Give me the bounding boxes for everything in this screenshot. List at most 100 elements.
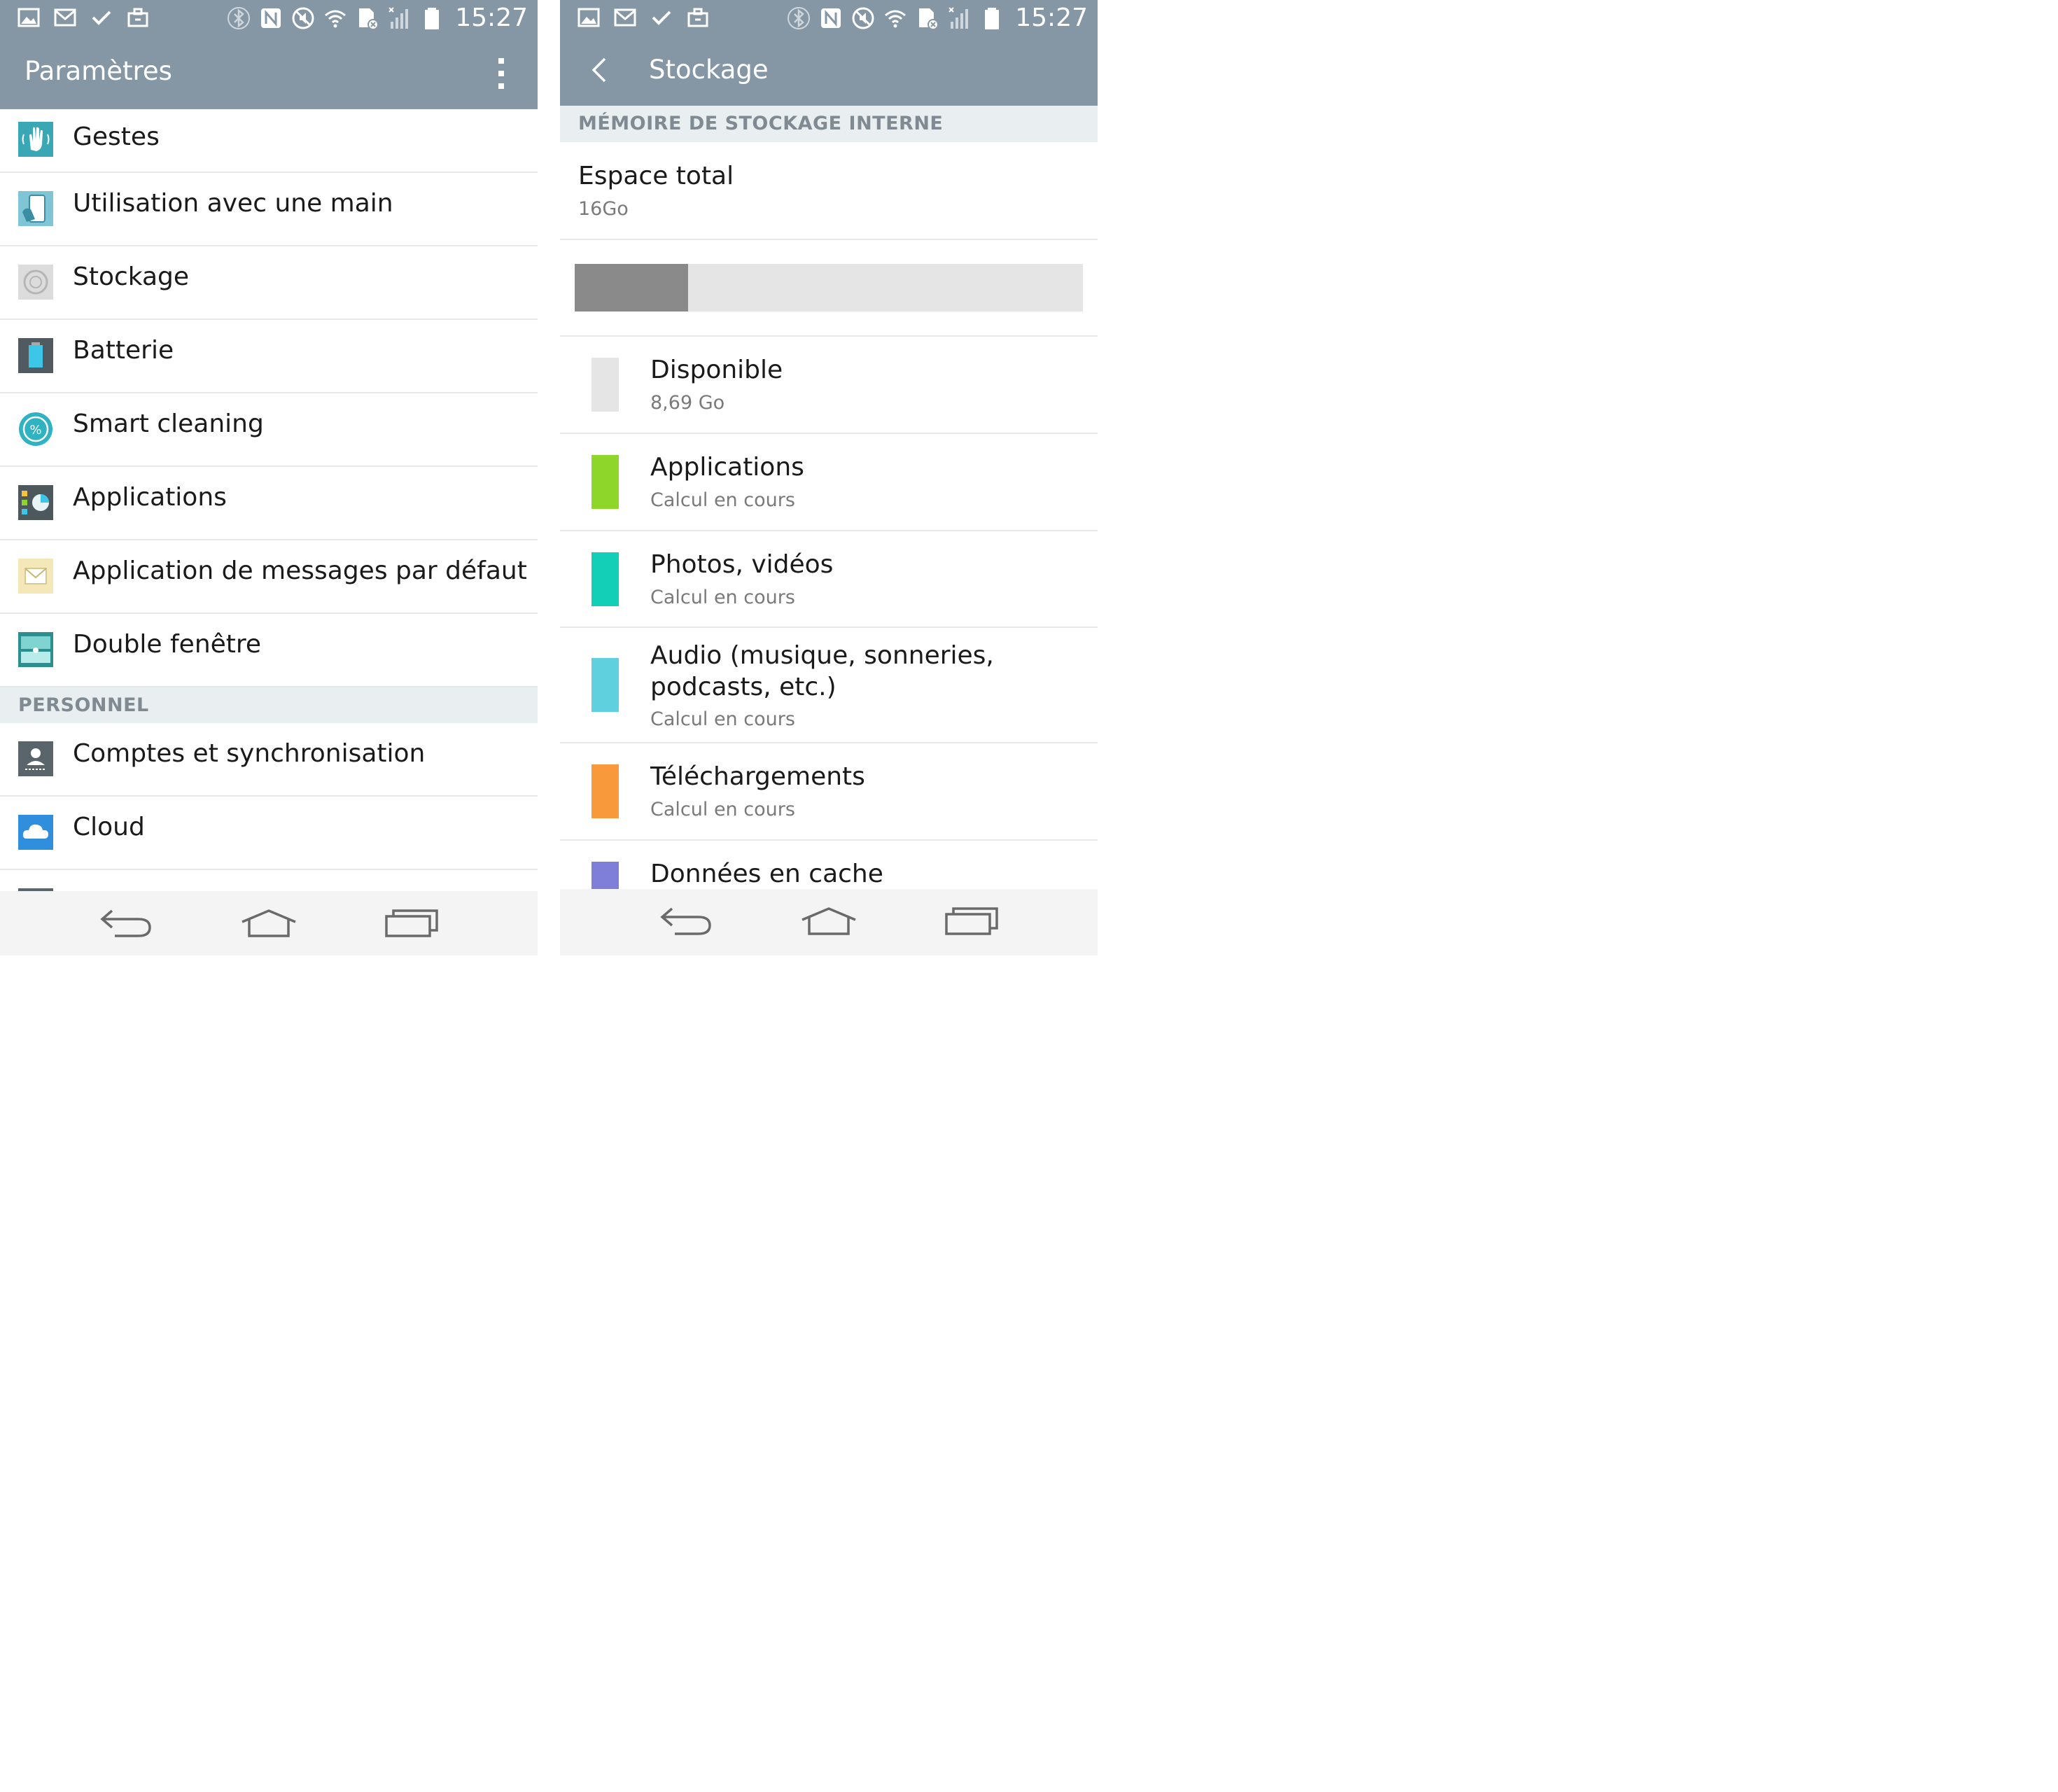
- category-name-line1: Audio (musique, sonneries,: [650, 641, 994, 670]
- category-name: Applications: [650, 453, 804, 482]
- one-hand-icon: [18, 191, 53, 226]
- total-space-label: Espace total: [578, 162, 734, 190]
- smart-cleaning-icon: %: [19, 412, 52, 446]
- settings-item-label: Batterie: [73, 336, 174, 365]
- settings-item-double-window[interactable]: Double fenêtre: [0, 614, 538, 687]
- category-value: Calcul en cours: [650, 799, 795, 820]
- category-value: 8,69 Go: [650, 392, 725, 414]
- storage-category-cache[interactable]: Données en cache: [560, 841, 1098, 890]
- status-time: 15:27: [1015, 4, 1088, 32]
- category-name: Disponible: [650, 356, 783, 384]
- navigation-bar: [560, 889, 1098, 955]
- settings-item-batterie[interactable]: Batterie: [0, 320, 538, 393]
- settings-item-label: Comptes et synchronisation: [73, 739, 426, 768]
- recent-apps-nav-icon[interactable]: [384, 906, 440, 940]
- app-bar: Stockage: [560, 36, 1098, 106]
- storage-icon: [18, 265, 53, 300]
- total-space-value: 16Go: [578, 198, 629, 220]
- category-name-line2: podcasts, etc.): [650, 673, 836, 701]
- bluetooth-icon: [227, 7, 251, 29]
- home-nav-icon[interactable]: [801, 904, 857, 938]
- svg-text:%: %: [29, 423, 41, 438]
- settings-item-stockage[interactable]: Stockage: [0, 246, 538, 320]
- category-color-swatch: [592, 658, 619, 712]
- app-bar: Paramètres: [0, 36, 538, 109]
- home-nav-icon[interactable]: [241, 906, 297, 940]
- dual-window-icon: [18, 632, 53, 667]
- settings-item-partial[interactable]: [0, 870, 538, 892]
- status-time: 15:27: [455, 4, 528, 32]
- settings-item-label: Smart cleaning: [73, 410, 264, 438]
- category-name: Données en cache: [650, 860, 883, 888]
- nfc-icon: [821, 8, 841, 28]
- section-header-internal-storage: MÉMOIRE DE STOCKAGE INTERNE: [560, 106, 1098, 142]
- storage-usage-bar: [560, 240, 1098, 337]
- storage-category-downloads[interactable]: Téléchargements Calcul en cours: [560, 743, 1098, 841]
- section-title: MÉMOIRE DE STOCKAGE INTERNE: [578, 113, 944, 134]
- settings-item-label: Applications: [73, 483, 227, 512]
- back-nav-icon[interactable]: [658, 904, 714, 938]
- panel-divider: [538, 0, 560, 955]
- storage-category-audio[interactable]: Audio (musique, sonneries, podcasts, etc…: [560, 628, 1098, 743]
- settings-screen: 15:27 Paramètres Gestes Utilisation avec…: [0, 0, 538, 955]
- overflow-menu-icon[interactable]: [494, 56, 508, 91]
- category-value: Calcul en cours: [650, 587, 795, 608]
- settings-item-accounts-sync[interactable]: Comptes et synchronisation: [0, 723, 538, 797]
- nfc-icon: [261, 8, 281, 28]
- recent-apps-nav-icon[interactable]: [944, 904, 1000, 938]
- settings-item-smart-cleaning[interactable]: % Smart cleaning: [0, 393, 538, 467]
- category-name: Téléchargements: [650, 762, 865, 791]
- storage-bar-used: [575, 264, 688, 312]
- settings-item-label: Application de messages par défaut: [73, 556, 527, 585]
- email-notification-icon: [614, 8, 636, 27]
- status-bar: 15:27: [560, 0, 1098, 36]
- battery-icon: [425, 8, 440, 29]
- email-notification-icon: [54, 8, 76, 27]
- accounts-icon: [18, 741, 53, 776]
- briefcase-notification-icon: [127, 8, 148, 27]
- storage-screen: 15:27 Stockage MÉMOIRE DE STOCKAGE INTER…: [560, 0, 1098, 955]
- check-notification-icon: [652, 10, 671, 25]
- storage-category-available[interactable]: Disponible 8,69 Go: [560, 337, 1098, 434]
- settings-item-label: Gestes: [73, 122, 160, 151]
- settings-item-label: Cloud: [73, 813, 145, 841]
- mute-icon: [292, 7, 314, 29]
- category-value: Calcul en cours: [650, 708, 795, 730]
- category-value: Calcul en cours: [650, 489, 795, 511]
- battery-settings-icon: [18, 338, 53, 373]
- gallery-notification-icon: [18, 8, 40, 27]
- cloud-icon: [18, 815, 53, 850]
- wifi-icon: [325, 10, 346, 28]
- page-title: Paramètres: [24, 56, 172, 86]
- sim-disabled-icon: [359, 8, 379, 30]
- mute-icon: [852, 7, 874, 29]
- bluetooth-icon: [788, 7, 811, 29]
- back-nav-icon[interactable]: [98, 906, 154, 940]
- check-notification-icon: [92, 10, 111, 25]
- storage-category-photos-videos[interactable]: Photos, vidéos Calcul en cours: [560, 531, 1098, 628]
- settings-item-label: Double fenêtre: [73, 630, 262, 659]
- category-color-swatch: [592, 862, 619, 890]
- signal-icon: [948, 7, 969, 29]
- settings-item-cloud[interactable]: Cloud: [0, 797, 538, 870]
- storage-category-applications[interactable]: Applications Calcul en cours: [560, 434, 1098, 531]
- wifi-icon: [885, 10, 906, 28]
- settings-list: Gestes Utilisation avec une main Stockag…: [0, 109, 538, 892]
- settings-item-default-messages[interactable]: Application de messages par défaut: [0, 540, 538, 614]
- back-arrow-icon[interactable]: [588, 56, 612, 84]
- messages-app-icon: [18, 559, 53, 594]
- total-space-row: Espace total 16Go: [560, 142, 1098, 240]
- category-color-swatch: [592, 455, 619, 509]
- section-title: PERSONNEL: [18, 694, 149, 716]
- settings-item-one-hand[interactable]: Utilisation avec une main: [0, 173, 538, 246]
- settings-item-gestes[interactable]: Gestes: [0, 109, 538, 173]
- settings-item-label: Stockage: [73, 262, 190, 291]
- briefcase-notification-icon: [687, 8, 708, 27]
- settings-item-applications[interactable]: Applications: [0, 467, 538, 540]
- applications-icon: [18, 485, 53, 520]
- navigation-bar: [0, 891, 538, 955]
- page-title: Stockage: [649, 55, 769, 85]
- category-color-swatch: [592, 358, 619, 412]
- sim-disabled-icon: [919, 8, 939, 30]
- category-color-swatch: [592, 764, 619, 818]
